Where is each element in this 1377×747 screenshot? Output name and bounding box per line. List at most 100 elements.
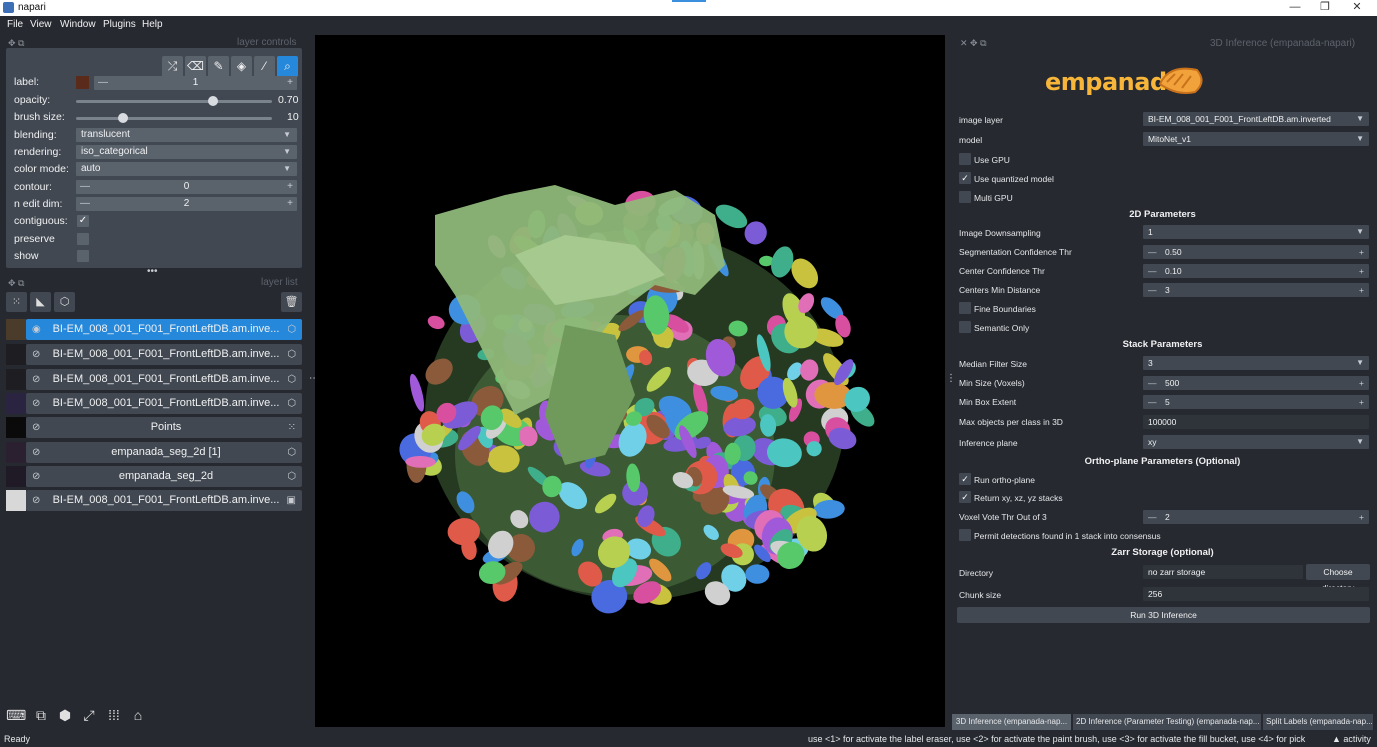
semantic-only-checkbox[interactable]: [959, 321, 971, 333]
label-spinbox[interactable]: — 1 +: [94, 76, 297, 90]
contour-spinbox[interactable]: — 0 +: [76, 180, 297, 194]
layer-row-8[interactable]: ⊘ BI-EM_008_001_F001_FrontLeftDB.am.inve…: [26, 490, 302, 511]
menu-window[interactable]: Window: [60, 19, 96, 30]
viewer-canvas[interactable]: [315, 35, 945, 727]
use-quantized-checkbox[interactable]: ✓: [959, 172, 971, 184]
tab-split-labels[interactable]: Split Labels (empanada-nap...: [1263, 714, 1373, 730]
new-labels-layer-icon[interactable]: ⬡: [54, 292, 75, 312]
center-conf-spinbox[interactable]: — 0.10 +: [1143, 264, 1369, 278]
increment-icon[interactable]: +: [1359, 283, 1364, 297]
brush-size-slider-handle[interactable]: [118, 113, 129, 123]
eye-closed-icon[interactable]: ⊘: [32, 417, 40, 438]
decrement-icon[interactable]: —: [1148, 395, 1157, 409]
roll-dims-icon[interactable]: ⬢: [55, 705, 75, 725]
opacity-slider-track[interactable]: [76, 100, 272, 103]
eye-closed-icon[interactable]: ⊘: [32, 393, 40, 414]
eye-closed-icon[interactable]: ⊘: [32, 442, 40, 463]
increment-icon[interactable]: +: [1359, 395, 1364, 409]
layer-row-5[interactable]: ⊘ Points ⁙: [26, 417, 302, 438]
permit-detections-checkbox[interactable]: [959, 529, 971, 541]
show-checkbox[interactable]: [77, 250, 89, 262]
close-icon[interactable]: ✕: [1346, 0, 1368, 16]
min-size-spinbox[interactable]: — 500 +: [1143, 376, 1369, 390]
chunk-size-input[interactable]: 256: [1143, 587, 1369, 601]
dock-close-float-icon[interactable]: ✕ ✥ ⧉: [960, 38, 987, 49]
decrement-icon[interactable]: —: [1148, 245, 1157, 259]
splitter-handle-icon[interactable]: •••: [147, 266, 158, 277]
menu-file[interactable]: File: [7, 19, 23, 30]
inference-plane-select[interactable]: xy ▼: [1143, 435, 1369, 449]
increment-icon[interactable]: +: [1359, 376, 1364, 390]
increment-icon[interactable]: +: [287, 76, 293, 90]
increment-icon[interactable]: +: [1359, 264, 1364, 278]
zoom-pan-icon[interactable]: ⌕: [277, 56, 298, 77]
restore-icon[interactable]: ❐: [1314, 0, 1336, 16]
rendering-select[interactable]: iso_categorical ▼: [76, 145, 297, 159]
increment-icon[interactable]: +: [1359, 510, 1364, 524]
eye-closed-icon[interactable]: ⊘: [32, 369, 40, 390]
image-layer-select[interactable]: BI-EM_008_001_F001_FrontLeftDB.am.invert…: [1143, 112, 1369, 126]
layer-row-6[interactable]: ⊘ empanada_seg_2d [1] ⬡: [26, 442, 302, 463]
n-edit-dim-spinbox[interactable]: — 2 +: [76, 197, 297, 211]
contiguous-checkbox[interactable]: ✓: [77, 215, 89, 227]
layer-row-3[interactable]: ⊘ BI-EM_008_001_F001_FrontLeftDB.am.inve…: [26, 369, 302, 390]
directory-input[interactable]: no zarr storage: [1143, 565, 1303, 579]
dock-splitter-icon[interactable]: ⋮: [946, 373, 956, 384]
run-ortho-checkbox[interactable]: ✓: [959, 473, 971, 485]
home-icon[interactable]: ⌂: [128, 705, 148, 725]
grid-view-icon[interactable]: ⁞⁞⁞: [104, 705, 124, 725]
transpose-icon[interactable]: ⤢: [79, 705, 99, 725]
model-select[interactable]: MitoNet_v1 ▼: [1143, 132, 1369, 146]
new-points-layer-icon[interactable]: ⁙: [6, 292, 27, 312]
color-mode-select[interactable]: auto ▼: [76, 162, 297, 176]
label-color-swatch[interactable]: [76, 76, 89, 89]
multi-gpu-checkbox[interactable]: [959, 191, 971, 203]
decrement-icon[interactable]: —: [1148, 376, 1157, 390]
max-objects-input[interactable]: 100000: [1143, 415, 1369, 429]
shuffle-colors-icon[interactable]: ⤮: [162, 56, 183, 77]
delete-layer-icon[interactable]: 🗑: [281, 292, 302, 312]
blending-select[interactable]: translucent ▼: [76, 128, 297, 142]
layer-row-7[interactable]: ⊘ empanada_seg_2d ⬡: [26, 466, 302, 487]
layer-row-2[interactable]: ⊘ BI-EM_008_001_F001_FrontLeftDB.am.inve…: [26, 344, 302, 365]
eye-closed-icon[interactable]: ⊘: [32, 344, 40, 365]
color-picker-icon[interactable]: ⁄: [254, 56, 275, 77]
choose-directory-button[interactable]: Choose directory: [1306, 564, 1370, 593]
increment-icon[interactable]: +: [287, 197, 293, 211]
seg-conf-spinbox[interactable]: — 0.50 +: [1143, 245, 1369, 259]
use-gpu-checkbox[interactable]: [959, 153, 971, 165]
eye-icon[interactable]: ◉: [32, 319, 41, 340]
decrement-icon[interactable]: —: [1148, 264, 1157, 278]
menu-view[interactable]: View: [30, 19, 52, 30]
paint-brush-icon[interactable]: ✎: [208, 56, 229, 77]
layer-row-1[interactable]: ◉ BI-EM_008_001_F001_FrontLeftDB.am.inve…: [26, 319, 302, 340]
increment-icon[interactable]: +: [1359, 245, 1364, 259]
increment-icon[interactable]: +: [287, 180, 293, 194]
eye-closed-icon[interactable]: ⊘: [32, 466, 40, 487]
eye-closed-icon[interactable]: ⊘: [32, 490, 40, 511]
decrement-icon[interactable]: —: [1148, 510, 1157, 524]
min-box-spinbox[interactable]: — 5 +: [1143, 395, 1369, 409]
tab-3d-inference[interactable]: 3D Inference (empanada-nap...: [952, 714, 1071, 730]
menu-plugins[interactable]: Plugins: [103, 19, 136, 30]
voxel-vote-spinbox[interactable]: — 2 +: [1143, 510, 1369, 524]
menu-help[interactable]: Help: [142, 19, 163, 30]
console-icon[interactable]: ⌨: [6, 705, 26, 725]
activity-button[interactable]: ▲ activity: [1332, 734, 1371, 744]
tab-2d-inference[interactable]: 2D Inference (Parameter Testing) (empana…: [1073, 714, 1261, 730]
layer-row-4[interactable]: ⊘ BI-EM_008_001_F001_FrontLeftDB.am.inve…: [26, 393, 302, 414]
downsampling-select[interactable]: 1 ▼: [1143, 225, 1369, 239]
return-stacks-checkbox[interactable]: ✓: [959, 491, 971, 503]
fine-boundaries-checkbox[interactable]: [959, 302, 971, 314]
new-shapes-layer-icon[interactable]: ◣: [30, 292, 51, 312]
centers-min-spinbox[interactable]: — 3 +: [1143, 283, 1369, 297]
fill-bucket-icon[interactable]: ◈: [231, 56, 252, 77]
brush-size-slider-track[interactable]: [76, 117, 272, 120]
dock-float-icon[interactable]: ✥ ⧉: [8, 278, 24, 289]
opacity-slider-handle[interactable]: [208, 96, 219, 106]
run-3d-inference-button[interactable]: Run 3D Inference: [957, 607, 1370, 623]
ndisplay-toggle-icon[interactable]: ⧉: [31, 705, 51, 725]
eraser-icon[interactable]: ⌫: [185, 56, 206, 77]
preserve-checkbox[interactable]: [77, 233, 89, 245]
median-filter-select[interactable]: 3 ▼: [1143, 356, 1369, 370]
